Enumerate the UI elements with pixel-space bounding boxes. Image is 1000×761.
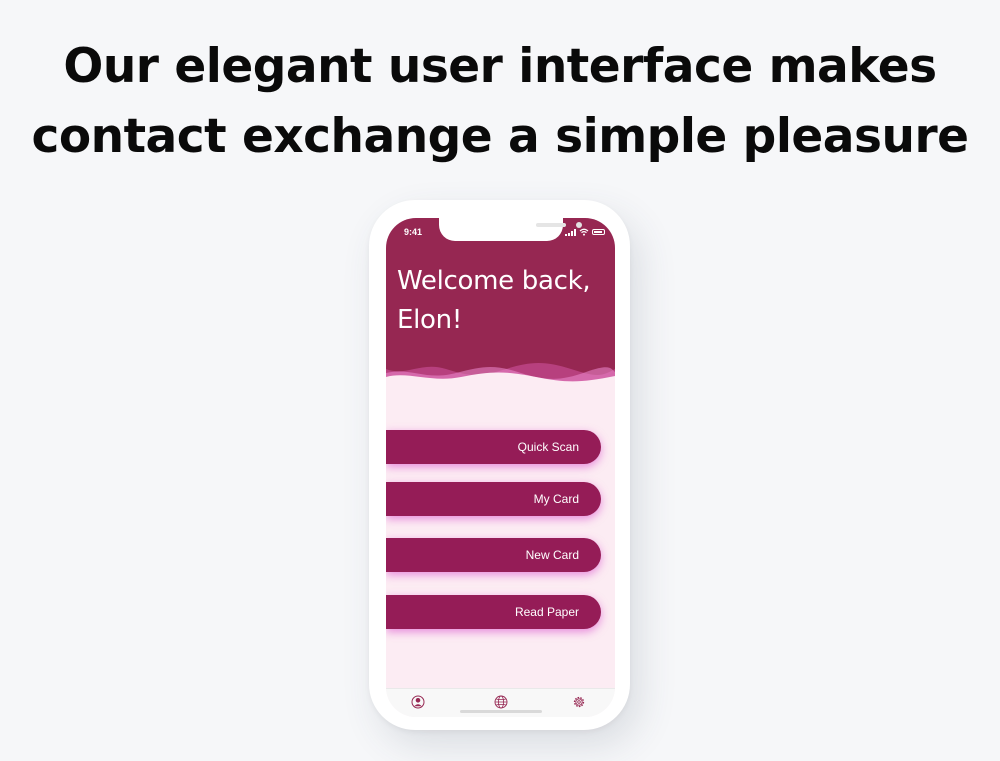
headline-line-2: contact exchange a simple pleasure (31, 109, 969, 164)
signal-icon (565, 228, 576, 236)
headline-line-1: Our elegant user interface makes (63, 39, 937, 94)
phone-notch (439, 218, 582, 241)
status-icons (565, 228, 605, 236)
welcome-message: Welcome back, Elon! (397, 262, 607, 340)
speaker-grille (536, 223, 566, 227)
welcome-line-2: Elon! (397, 305, 462, 335)
front-camera (576, 222, 582, 228)
wifi-icon (579, 228, 589, 236)
new-card-button[interactable]: New Card (386, 538, 601, 572)
phone-screen: 9:41 Welcome back, Elon! Quick Scan My C… (386, 218, 615, 717)
wave-divider (386, 363, 615, 403)
read-paper-button[interactable]: Read Paper (386, 595, 601, 629)
profile-icon[interactable] (411, 695, 425, 709)
globe-icon[interactable] (494, 695, 508, 709)
status-time: 9:41 (404, 227, 423, 237)
battery-icon (592, 229, 605, 235)
home-indicator (460, 710, 542, 713)
welcome-line-1: Welcome back, (397, 266, 591, 296)
settings-icon[interactable] (572, 695, 586, 709)
my-card-button[interactable]: My Card (386, 482, 601, 516)
marketing-page: Our elegant user interface makes contact… (0, 0, 1000, 761)
quick-scan-button[interactable]: Quick Scan (386, 430, 601, 464)
headline: Our elegant user interface makes contact… (0, 32, 1000, 172)
